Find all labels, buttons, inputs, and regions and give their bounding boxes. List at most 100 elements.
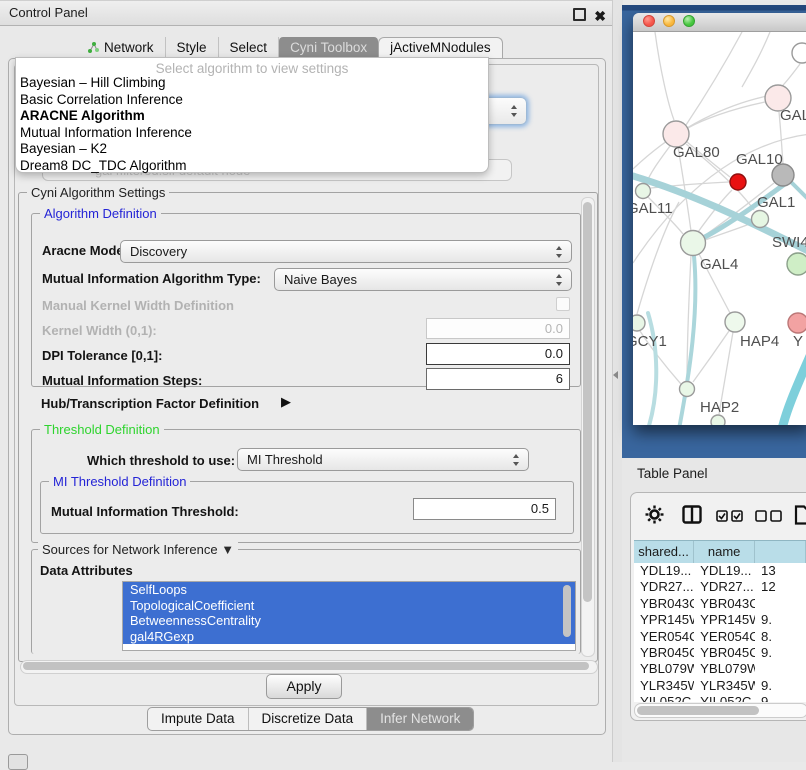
table-row[interactable]: YLR345WYLR345W9. <box>634 678 806 694</box>
dropdown-item[interactable]: Mutual Information Inference <box>16 125 488 142</box>
bottom-tabstrip: Impute Data Discretize Data Infer Networ… <box>147 707 474 731</box>
deselect-all-icon[interactable] <box>755 510 783 522</box>
which-threshold-combo[interactable]: MI Threshold <box>237 448 529 471</box>
table-cell: YER054C <box>634 629 694 645</box>
manual-kernel-checkbox[interactable] <box>556 297 570 311</box>
data-attributes-list[interactable]: SelfLoopsTopologicalCoefficientBetweenne… <box>122 581 576 651</box>
mi-steps-field[interactable]: 6 <box>426 368 570 390</box>
settings-scrollbar-thumb[interactable] <box>583 202 592 602</box>
network-node-gal1[interactable] <box>752 211 769 228</box>
settings-scrollbar-track[interactable] <box>581 197 595 657</box>
network-node-gcy1[interactable] <box>633 315 645 331</box>
file-icon[interactable] <box>794 505 806 525</box>
network-canvas[interactable]: GALGAL80GAL10GAL11GAL1SWI4GAL4GCY1HAP4YH… <box>633 32 806 425</box>
table-row[interactable]: YDL19...YDL19...13 <box>634 563 806 579</box>
attribute-item[interactable]: TopologicalCoefficient <box>123 598 575 614</box>
dropdown-item[interactable]: Bayesian – Hill Climbing <box>16 75 488 92</box>
network-node-y-clipped[interactable] <box>788 313 806 333</box>
gear-icon[interactable] <box>645 505 664 524</box>
network-node-gal11[interactable] <box>636 184 651 199</box>
mac-zoom-icon[interactable] <box>683 15 695 27</box>
expand-right-icon[interactable]: ▶ <box>281 394 291 410</box>
table-row[interactable]: YBR045CYBR045C9. <box>634 645 806 661</box>
node-label-y-clipped: Y <box>793 333 803 350</box>
data-attributes-label: Data Attributes <box>40 563 133 578</box>
collapsed-panel-icon[interactable] <box>8 754 28 770</box>
column-header-clipped[interactable] <box>755 541 806 563</box>
divider-collapse-icon[interactable] <box>613 371 618 379</box>
table-hscrollbar-track[interactable] <box>634 703 806 718</box>
mi-type-combo[interactable]: Naive Bayes <box>274 268 572 291</box>
list-scrollbar-thumb[interactable] <box>563 585 571 637</box>
node-label-hap2: HAP2 <box>700 399 739 416</box>
float-icon[interactable] <box>573 8 586 21</box>
network-node-bottom-node[interactable] <box>711 415 725 425</box>
dropdown-item[interactable]: ARACNE Algorithm <box>16 108 488 125</box>
select-all-checks-icon[interactable] <box>716 510 744 522</box>
dropdown-item-list: Bayesian – Hill ClimbingBasic Correlatio… <box>16 75 488 175</box>
table-row[interactable]: YPR145WYPR145W9. <box>634 612 806 628</box>
columns-icon[interactable] <box>682 505 702 524</box>
node-label-gal80: GAL80 <box>673 144 720 161</box>
tab-impute-data[interactable]: Impute Data <box>148 708 249 730</box>
table-cell: YIL052C <box>694 694 755 702</box>
aracne-mode-combo[interactable]: Discovery <box>120 240 572 263</box>
network-node-hap4[interactable] <box>725 312 745 332</box>
tab-cyni-toolbox[interactable]: Cyni Toolbox <box>279 37 378 58</box>
node-label-hap4: HAP4 <box>740 333 779 350</box>
table-cell <box>755 596 806 612</box>
apply-button[interactable]: Apply <box>266 674 342 699</box>
table-header-row[interactable]: shared... name <box>634 540 806 564</box>
dropdown-item[interactable]: Basic Correlation Inference <box>16 92 488 109</box>
dpi-tolerance-label: DPI Tolerance [0,1]: <box>42 348 162 363</box>
mac-minimize-icon[interactable] <box>663 15 675 27</box>
dropdown-item[interactable]: Bayesian – K2 <box>16 141 488 158</box>
tab-style[interactable]: Style <box>166 37 219 58</box>
network-node-gal4[interactable] <box>681 231 706 256</box>
table-row[interactable]: YBR043CYBR043C <box>634 596 806 612</box>
mi-threshold-field[interactable]: 0.5 <box>413 498 556 520</box>
column-header-shared[interactable]: shared... <box>634 541 694 563</box>
collapse-down-icon[interactable]: ▼ <box>221 542 234 557</box>
threshold-definition-title: Threshold Definition <box>40 422 164 437</box>
network-node-swi4[interactable] <box>787 253 806 275</box>
sources-group-title[interactable]: Sources for Network Inference ▼ <box>38 542 238 557</box>
settings-hscrollbar-thumb[interactable] <box>23 662 589 670</box>
network-node-edge-top-node[interactable] <box>792 43 806 63</box>
mac-close-icon[interactable] <box>643 15 655 27</box>
node-label-gal1: GAL1 <box>757 194 795 211</box>
close-icon[interactable]: ✖ <box>594 4 606 28</box>
dropdown-placeholder: Select algorithm to view settings <box>16 58 488 75</box>
attribute-item[interactable]: SelfLoops <box>123 582 575 598</box>
attribute-item[interactable]: gal4RGexp <box>123 629 575 645</box>
tab-network[interactable]: Network <box>76 37 166 58</box>
attribute-item[interactable]: BetweennessCentrality <box>123 613 575 629</box>
node-label-gal-clipped: GAL <box>780 107 806 124</box>
network-node-hap2[interactable] <box>680 382 695 397</box>
network-node-gal10-red[interactable] <box>730 174 746 190</box>
dropdown-item[interactable]: Dream8 DC_TDC Algorithm <box>16 158 488 175</box>
table-row[interactable]: YBL079WYBL079W <box>634 661 806 677</box>
dpi-tolerance-field[interactable]: 0.0 <box>426 343 570 365</box>
table-cell: YBR043C <box>634 596 694 612</box>
network-window[interactable]: GALGAL80GAL10GAL11GAL1SWI4GAL4GCY1HAP4YH… <box>633 13 806 425</box>
column-header-name[interactable]: name <box>694 541 755 563</box>
table-cell: YBL079W <box>634 661 694 677</box>
tab-jactivemnodules[interactable]: jActiveMNodules <box>378 37 503 58</box>
settings-hscrollbar-track[interactable] <box>20 660 598 674</box>
tab-select[interactable]: Select <box>219 37 280 58</box>
table-cell <box>755 661 806 677</box>
tab-discretize-data[interactable]: Discretize Data <box>249 708 368 730</box>
table-row[interactable]: YIL052CYIL052C9. <box>634 694 806 702</box>
kernel-width-label: Kernel Width (0,1): <box>42 323 157 338</box>
tab-infer-network[interactable]: Infer Network <box>367 708 473 730</box>
kernel-width-field[interactable]: 0.0 <box>426 318 570 339</box>
network-window-titlebar[interactable] <box>633 13 806 32</box>
hub-section-label[interactable]: Hub/Transcription Factor Definition <box>41 396 259 411</box>
table-cell: 9. <box>755 694 806 702</box>
table-row[interactable]: YDR27...YDR27...12 <box>634 579 806 595</box>
table-hscrollbar-thumb[interactable] <box>637 706 759 715</box>
node-label-gal10: GAL10 <box>736 151 783 168</box>
table-row[interactable]: YER054CYER054C8. <box>634 629 806 645</box>
node-label-swi4: SWI4 <box>772 234 806 251</box>
